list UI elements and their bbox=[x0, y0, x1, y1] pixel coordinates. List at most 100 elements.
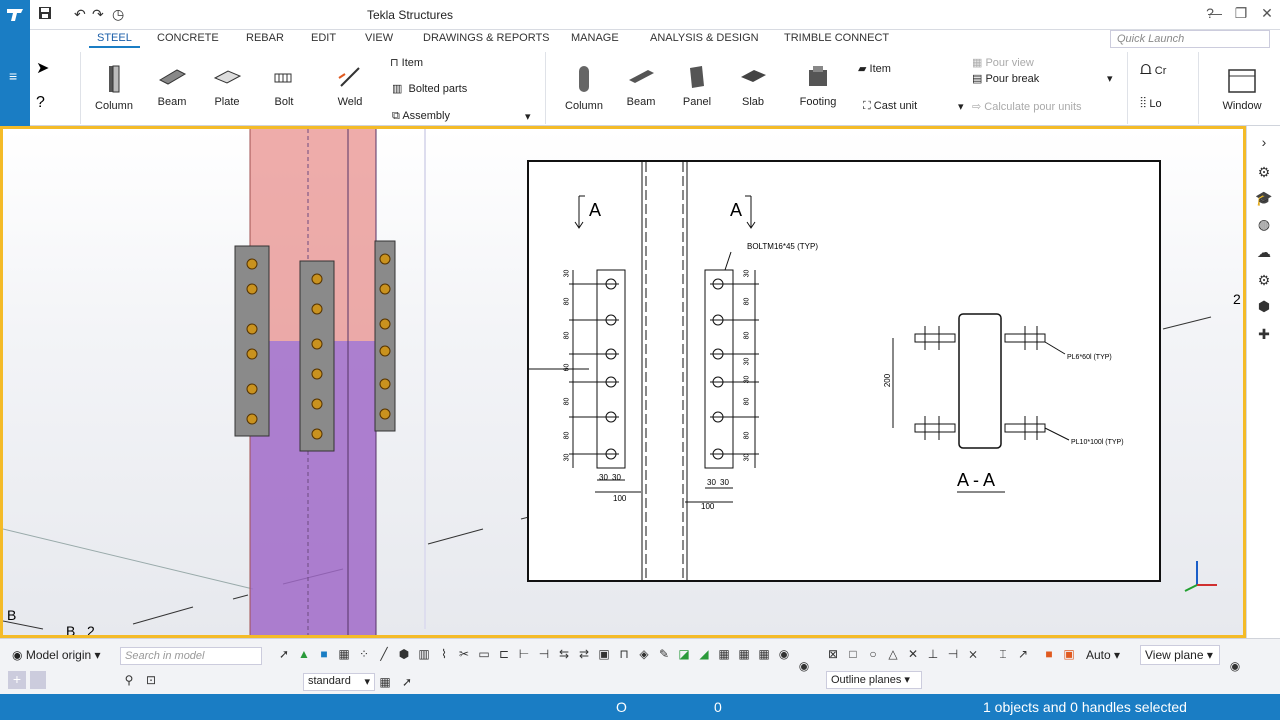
tab-view[interactable]: VIEW bbox=[365, 32, 393, 44]
select-assemblies-icon[interactable]: ⬢ bbox=[397, 647, 411, 661]
zoom-selected-icon[interactable]: ⊡ bbox=[144, 673, 158, 687]
snap-eye-icon[interactable]: ◉ bbox=[1228, 659, 1242, 673]
quick-launch-input[interactable]: Quick Launch bbox=[1110, 30, 1270, 48]
bolted-parts-button[interactable]: ▥ Bolted parts bbox=[392, 82, 467, 95]
select-assemblies-green-icon[interactable]: ◢ bbox=[697, 647, 711, 661]
select-lines-icon[interactable]: ╱ bbox=[377, 647, 391, 661]
window-button[interactable]: Window bbox=[1212, 68, 1272, 112]
create-button[interactable]: ⩍ Cr bbox=[1140, 58, 1166, 79]
select-drawings-icon[interactable]: ▣ bbox=[597, 647, 611, 661]
auto-dropdown[interactable]: Auto ▾ bbox=[1086, 648, 1120, 662]
search-in-model-input[interactable]: Search in model bbox=[120, 647, 262, 665]
globe-icon[interactable]: ◍ bbox=[1255, 216, 1273, 234]
snap-depth-icon[interactable]: ▣ bbox=[1062, 647, 1076, 661]
concrete-item-button[interactable]: ▰ Item bbox=[858, 62, 891, 75]
snap-line-icon[interactable]: ⊣ bbox=[946, 647, 960, 661]
cube-icon[interactable]: ⬢ bbox=[1255, 298, 1273, 316]
help-pointer-icon[interactable]: ? bbox=[36, 94, 45, 112]
tab-edit[interactable]: EDIT bbox=[311, 32, 336, 44]
steel-plate-button[interactable]: Plate bbox=[205, 64, 249, 108]
add-icon[interactable]: + bbox=[8, 671, 26, 689]
steel-column-button[interactable]: Column bbox=[92, 64, 136, 112]
snap-center-icon[interactable]: ○ bbox=[866, 647, 880, 661]
snap-geometry-icon[interactable]: □ bbox=[846, 647, 860, 661]
learning-icon[interactable]: 🎓 bbox=[1255, 190, 1273, 208]
concrete-expand-icon[interactable]: ▾ bbox=[958, 100, 964, 113]
calculate-pour-units-button[interactable]: ⇨ Calculate pour units bbox=[972, 100, 1082, 113]
concrete-column-button[interactable]: Column bbox=[562, 64, 606, 112]
select-tasks-icon[interactable]: ◪ bbox=[677, 647, 691, 661]
tab-steel[interactable]: STEEL bbox=[89, 32, 140, 48]
cloud-icon[interactable]: ☁ bbox=[1255, 244, 1273, 262]
footing-button[interactable]: Footing bbox=[796, 64, 840, 108]
tab-analysis-design[interactable]: ANALYSIS & DESIGN bbox=[650, 32, 759, 44]
select-components-icon[interactable]: ■ bbox=[317, 647, 331, 661]
drawing-sheet[interactable]: A A BOLTM16*45 (TYP) PL6*60l (TYP) PL10*… bbox=[527, 160, 1161, 582]
select-reinforcement-icon[interactable]: ⊢ bbox=[517, 647, 531, 661]
snap-perpendicular-icon[interactable]: ⊥ bbox=[926, 647, 940, 661]
select-nested-icon[interactable]: ▦ bbox=[737, 647, 751, 661]
tab-rebar[interactable]: REBAR bbox=[246, 32, 284, 44]
properties-icon[interactable]: ⚙ bbox=[1255, 164, 1273, 182]
pour-expand-icon[interactable]: ▾ bbox=[1107, 72, 1113, 85]
snap-free-icon[interactable]: ↗ bbox=[1016, 647, 1030, 661]
snap-intersection-icon[interactable]: ✕ bbox=[906, 647, 920, 661]
steel-item-button[interactable]: ⊓ Item bbox=[390, 56, 423, 69]
steel-beam-button[interactable]: Beam bbox=[150, 64, 194, 108]
selection-filter-dropdown[interactable]: standard ▾ bbox=[303, 673, 375, 691]
select-planes-icon[interactable]: ⊏ bbox=[497, 647, 511, 661]
select-joints-icon[interactable]: ⇄ bbox=[577, 647, 591, 661]
tab-drawings-reports[interactable]: DRAWINGS & REPORTS bbox=[423, 32, 550, 44]
snap-nearest-icon[interactable]: ⨯ bbox=[966, 647, 980, 661]
panel-button[interactable]: Panel bbox=[675, 64, 719, 108]
select-points-icon[interactable]: ⁘ bbox=[357, 647, 371, 661]
weld-button[interactable]: Weld bbox=[328, 64, 372, 108]
menu-icon[interactable]: ≡ bbox=[9, 68, 17, 84]
snap-midpoint-icon[interactable]: △ bbox=[886, 647, 900, 661]
bolt-button[interactable]: Bolt bbox=[262, 64, 306, 108]
select-grid-icon[interactable]: ▦ bbox=[337, 647, 351, 661]
tab-trimble-connect[interactable]: TRIMBLE CONNECT bbox=[784, 32, 889, 44]
delete-icon[interactable] bbox=[30, 671, 46, 689]
select-parts-icon[interactable]: ▲ bbox=[297, 647, 311, 661]
select-objects-icon[interactable]: ⇆ bbox=[557, 647, 571, 661]
select-bolts-icon[interactable]: ▥ bbox=[417, 647, 431, 661]
visibility-eye-icon[interactable]: ◉ bbox=[797, 659, 811, 673]
select-filter-icon[interactable]: ▦ bbox=[717, 647, 731, 661]
slab-button[interactable]: Slab bbox=[731, 64, 775, 108]
pour-view-button[interactable]: ▦ Pour view bbox=[972, 56, 1034, 69]
close-icon[interactable]: ✕ bbox=[1252, 5, 1280, 22]
steel-expand-icon[interactable]: ▾ bbox=[525, 110, 531, 123]
tab-manage[interactable]: MANAGE bbox=[571, 32, 619, 44]
select-layers-icon[interactable]: ◈ bbox=[637, 647, 651, 661]
model-viewport[interactable]: B B 2 2 A A BOLTM16*45 (TYP) PL6*60l (TY… bbox=[0, 126, 1246, 638]
select-welds-icon[interactable]: ⌇ bbox=[437, 647, 451, 661]
select-range-icon[interactable]: ▦ bbox=[757, 647, 771, 661]
cast-unit-button[interactable]: ⛶ Cast unit bbox=[863, 100, 917, 113]
select-cuts-icon[interactable]: ✂ bbox=[457, 647, 471, 661]
splice-plate-right[interactable] bbox=[374, 240, 396, 432]
components-icon[interactable]: ✚ bbox=[1255, 326, 1273, 344]
filter-settings-icon[interactable]: ▦ bbox=[378, 675, 392, 689]
select-visibility-icon[interactable]: ◉ bbox=[777, 647, 791, 661]
model-origin-dropdown[interactable]: ◉ Model origin ▾ bbox=[12, 648, 101, 662]
select-pointer-icon[interactable]: ➚ bbox=[277, 647, 291, 661]
select-snap-icon[interactable]: ✎ bbox=[657, 647, 671, 661]
pointer-filter-icon[interactable]: ➚ bbox=[400, 675, 414, 689]
snap-plane-icon[interactable]: ■ bbox=[1042, 647, 1056, 661]
splice-plate-front[interactable] bbox=[299, 260, 335, 452]
tab-concrete[interactable]: CONCRETE bbox=[157, 32, 219, 44]
search-icon[interactable]: ⚲ bbox=[122, 673, 136, 687]
select-pour-icon[interactable]: ⊓ bbox=[617, 647, 631, 661]
outline-planes-dropdown[interactable]: Outline planes ▾ bbox=[826, 671, 922, 689]
select-surfaces-icon[interactable]: ⊣ bbox=[537, 647, 551, 661]
snap-reference-icon[interactable]: ⊠ bbox=[826, 647, 840, 661]
select-arrow-icon[interactable]: ➤ bbox=[36, 58, 49, 78]
splice-plate-left[interactable] bbox=[234, 245, 270, 437]
expand-chevron-icon[interactable]: › bbox=[1255, 134, 1273, 152]
lo-button[interactable]: ⦙⦙ Lo bbox=[1140, 94, 1162, 111]
assembly-button[interactable]: ⧉ Assembly bbox=[392, 110, 450, 123]
snap-override-icon[interactable]: ⌶ bbox=[996, 647, 1010, 661]
pour-break-button[interactable]: ▤ Pour break bbox=[972, 72, 1039, 85]
select-views-icon[interactable]: ▭ bbox=[477, 647, 491, 661]
